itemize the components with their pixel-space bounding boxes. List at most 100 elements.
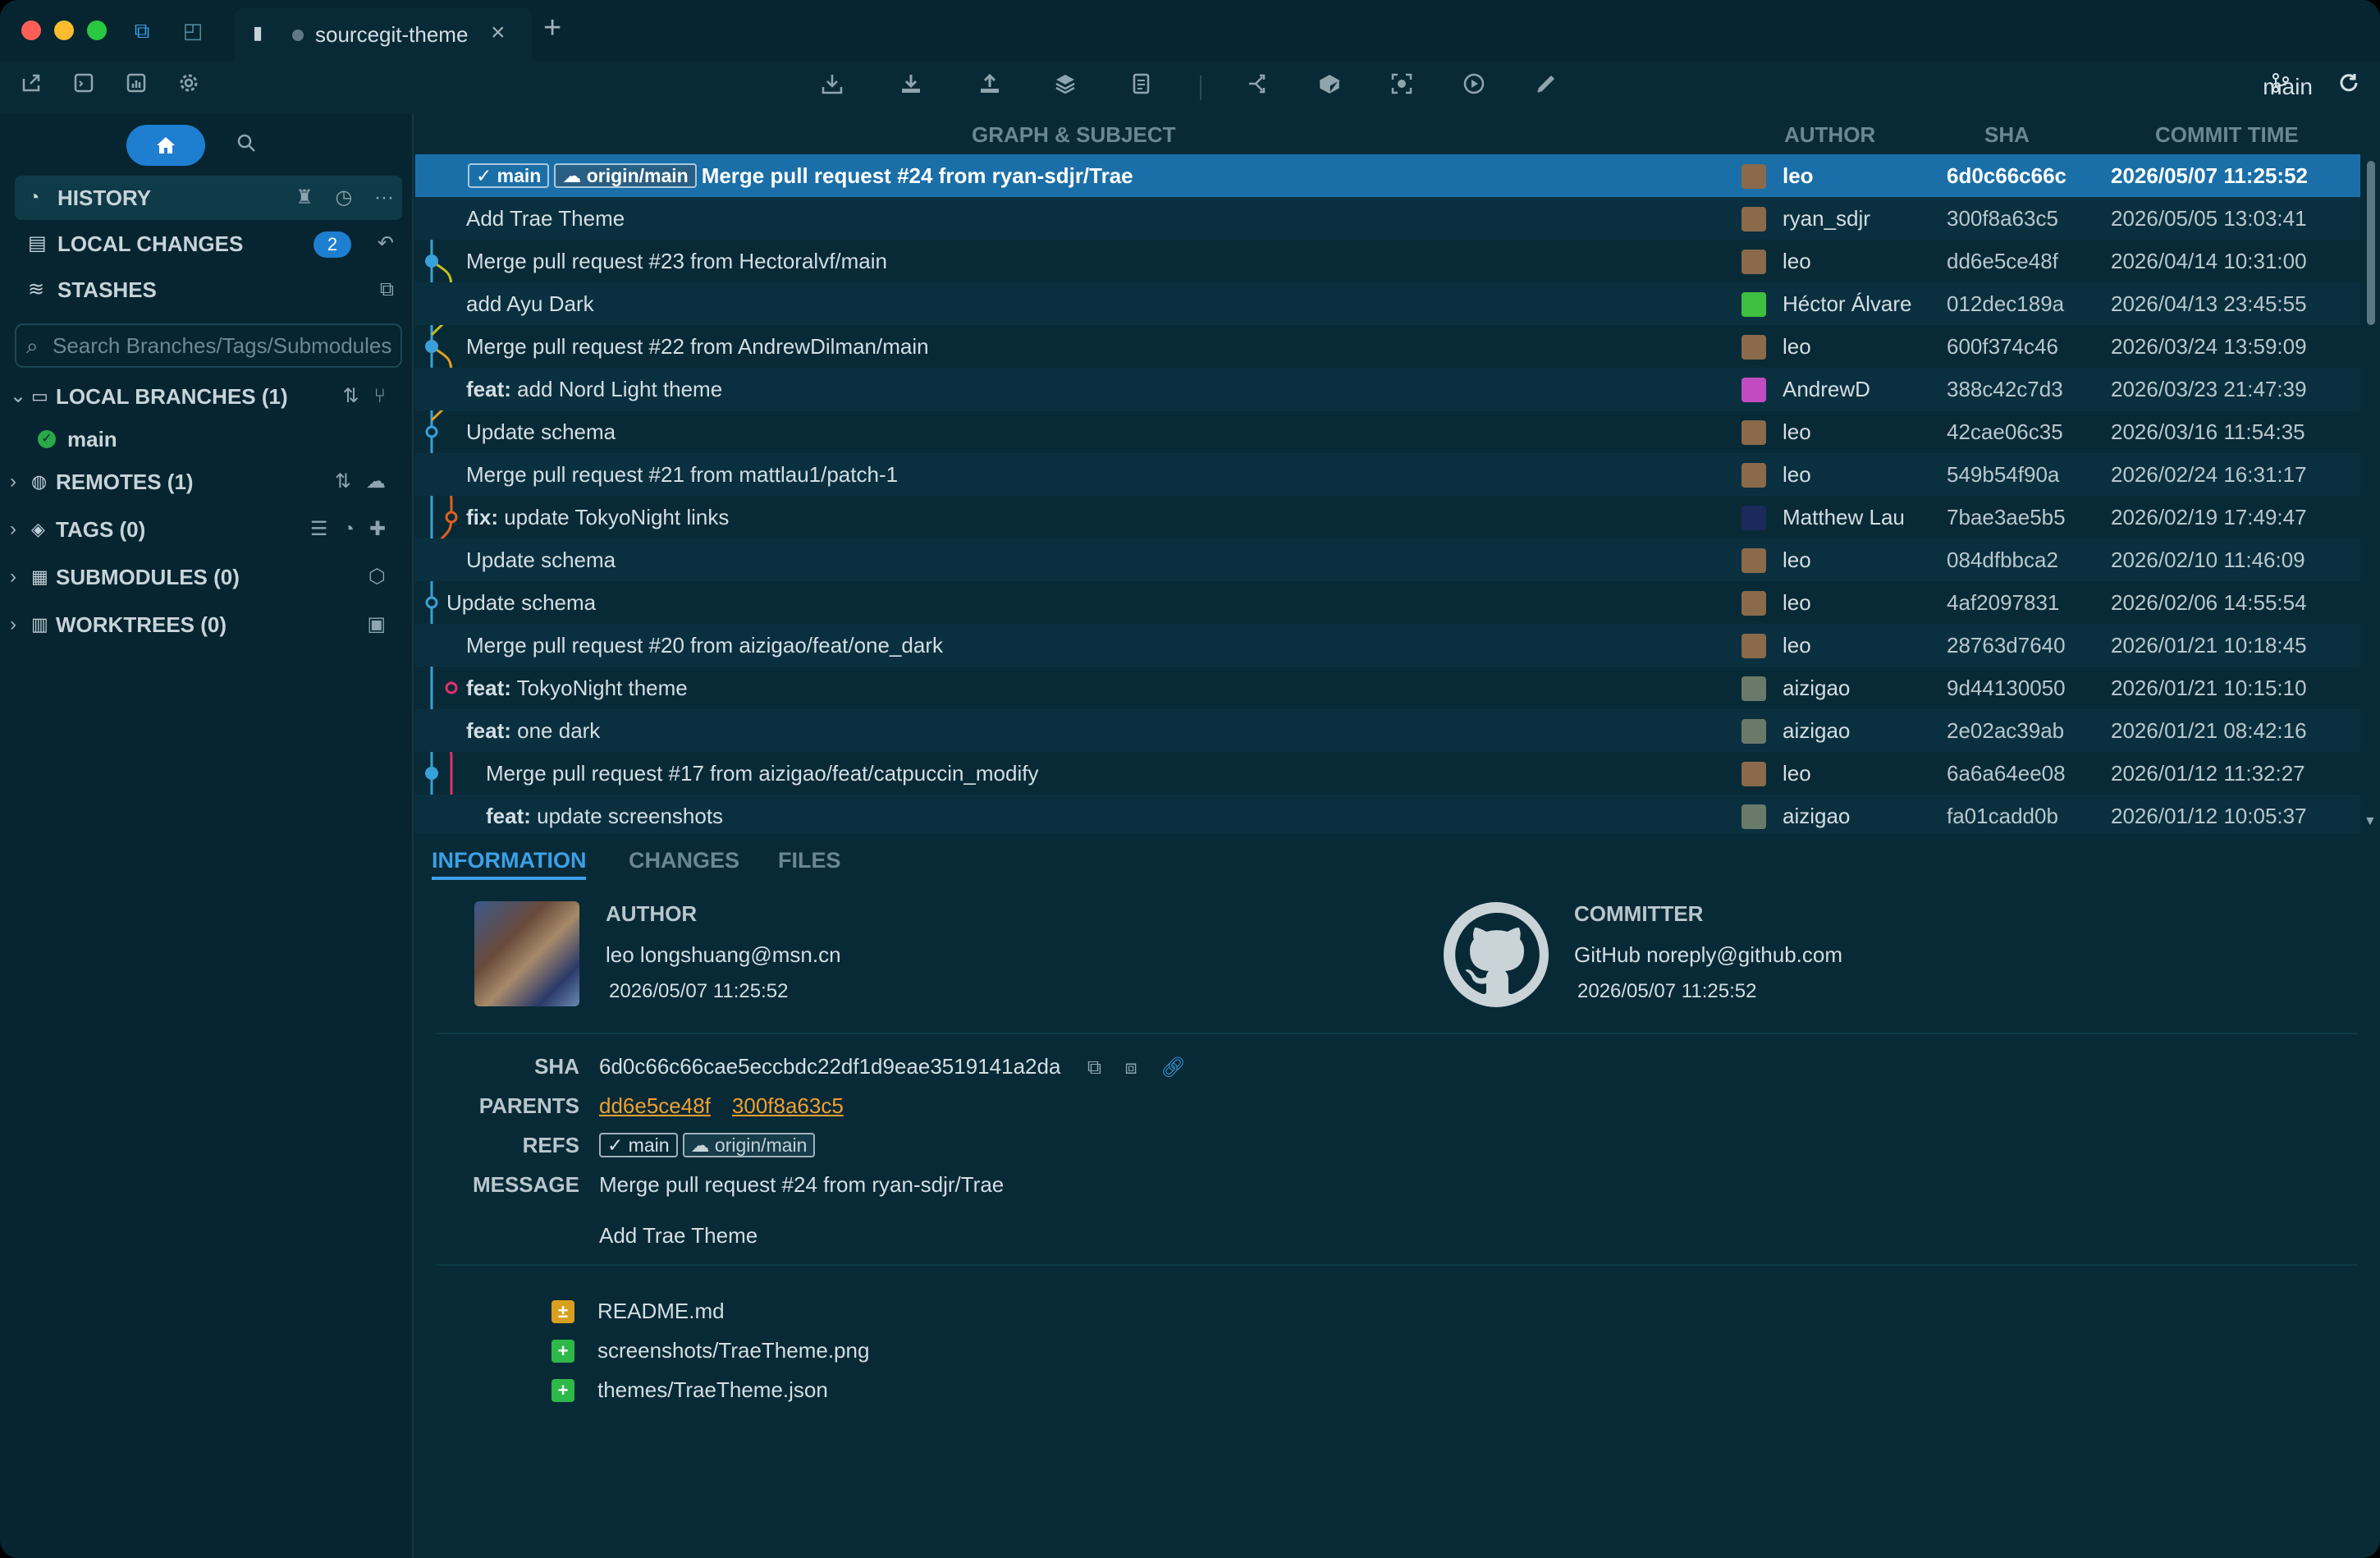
refresh-icon[interactable]: [2334, 71, 2364, 103]
workspaces-icon[interactable]: ⧉: [130, 18, 154, 43]
search-view-button[interactable]: [230, 130, 263, 163]
commit-row[interactable]: feat: one dark aizigao 2e02ac39ab 2026/01/2…: [415, 709, 2360, 752]
tab-changes[interactable]: CHANGES: [629, 844, 739, 877]
tab-information[interactable]: INFORMATION: [432, 844, 587, 880]
refs-label: REFS: [522, 1133, 579, 1157]
author-name[interactable]: leo longshuang@msn.cn: [606, 941, 841, 969]
commit-row[interactable]: Merge pull request #23 from Hectoralvf/m…: [415, 240, 2360, 282]
author-avatar: [1742, 506, 1766, 530]
statistics-icon[interactable]: [120, 71, 153, 103]
nav-stashes[interactable]: ≋ STASHES ⧉: [15, 268, 402, 312]
header-author[interactable]: AUTHOR: [1784, 118, 1875, 151]
chevron-right-icon[interactable]: ›: [10, 470, 16, 494]
stash-copy-icon[interactable]: ⧉: [380, 276, 394, 304]
header-commit-time[interactable]: COMMIT TIME: [2155, 118, 2299, 151]
remotes-label: REMOTES (1): [56, 470, 194, 494]
commit-row[interactable]: feat: add Nord Light theme AndrewD 388c42c…: [415, 368, 2360, 410]
history-scrollbar[interactable]: ▼: [2364, 154, 2377, 829]
home-view-button[interactable]: [126, 125, 205, 166]
terminal-icon[interactable]: [67, 71, 100, 103]
commit-row[interactable]: add Ayu Dark Héctor Álvare 012dec189a 2026/…: [415, 282, 2360, 325]
header-sha[interactable]: SHA: [1984, 118, 2030, 151]
close-window-button[interactable]: [21, 21, 41, 40]
chevron-right-icon[interactable]: ›: [10, 612, 16, 637]
add-tag-icon[interactable]: ✚: [369, 518, 400, 540]
parent-link[interactable]: dd6e5ce48f: [599, 1093, 711, 1118]
commit-row[interactable]: feat: update screenshots aizigao fa01cadd0…: [415, 795, 2360, 834]
nav-local-changes[interactable]: ▤ LOCAL CHANGES 2 ↶: [15, 222, 402, 266]
maximize-window-button[interactable]: [87, 21, 107, 40]
ref-tag-remote[interactable]: ☁ origin/main: [682, 1133, 816, 1157]
new-tab-button[interactable]: +: [543, 11, 561, 44]
sort-icon[interactable]: ⇅: [335, 470, 366, 493]
ref-tag-remote[interactable]: ☁ origin/main: [554, 163, 697, 188]
discard-icon[interactable]: ↶: [378, 230, 394, 258]
new-branch-icon[interactable]: [1241, 71, 1274, 103]
apply-patch-icon[interactable]: [1124, 71, 1157, 103]
commit-row[interactable]: ✓ main ☁ origin/main Merge pull request #2…: [415, 154, 2360, 197]
new-branch-small-icon[interactable]: ⑂: [374, 385, 400, 407]
commit-row[interactable]: feat: TokyoNight theme aizigao 9d44130050 2…: [415, 667, 2360, 709]
new-tag-icon[interactable]: [1313, 71, 1346, 103]
commit-row[interactable]: Merge pull request #22 from AndrewDilman…: [415, 325, 2360, 368]
branch-search-field[interactable]: ⌕: [15, 323, 402, 368]
commit-row[interactable]: Update schema leo 42cae06c35 2026/03/16 11:…: [415, 410, 2360, 453]
chevron-down-icon[interactable]: ⌄: [10, 384, 26, 409]
add-submodule-icon[interactable]: ⬡: [368, 563, 400, 591]
commit-row[interactable]: Update schema leo 084dfbbca2 2026/02/10 11:…: [415, 538, 2360, 581]
file-path: README.md: [597, 1299, 725, 1323]
commit-row[interactable]: Update schema leo 4af2097831 2026/02/06 14:…: [415, 581, 2360, 624]
nav-history[interactable]: ◔ HISTORY ♜ ◷ ···: [15, 176, 402, 220]
commit-author: leo: [1783, 462, 1811, 487]
pages-icon[interactable]: ◰: [181, 18, 205, 43]
commit-row[interactable]: fix: update TokyoNight links Matthew Lau 7…: [415, 496, 2360, 538]
minimize-window-button[interactable]: [54, 21, 74, 40]
branch-item-main[interactable]: ✓ main: [0, 419, 414, 460]
copy-sha-icon[interactable]: ⧉: [1087, 1056, 1101, 1079]
repo-tab[interactable]: ▮ sourcegit-theme ×: [235, 8, 532, 61]
git-flow-icon[interactable]: [1385, 71, 1418, 103]
close-tab-button[interactable]: ×: [491, 18, 506, 48]
commit-row[interactable]: Merge pull request #20 from aizigao/feat…: [415, 624, 2360, 667]
commit-message: TokyoNight theme: [510, 676, 688, 700]
push-icon[interactable]: [973, 71, 1006, 103]
highlight-icon[interactable]: ♜: [295, 186, 314, 208]
chevron-right-icon[interactable]: ›: [10, 517, 16, 542]
commit-row[interactable]: Add Trae Theme ryan_sdjr 300f8a63c5 2026/05…: [415, 197, 2360, 240]
filter-icon[interactable]: ◔: [342, 518, 369, 540]
copy-info-icon[interactable]: ⧈: [1124, 1056, 1137, 1079]
branch-search-input[interactable]: [53, 332, 397, 360]
full-sha[interactable]: 6d0c66c66cae5eccbdc22df1d9eae3519141a2da: [599, 1054, 1060, 1079]
add-worktree-icon[interactable]: ▣: [367, 611, 400, 639]
sort-icon[interactable]: ⇅: [342, 385, 373, 407]
more-icon[interactable]: ···: [374, 186, 394, 208]
parent-link[interactable]: 300f8a63c5: [732, 1093, 844, 1118]
stash-all-icon[interactable]: [1049, 71, 1082, 103]
scroll-thumb[interactable]: [2367, 161, 2375, 325]
settings-gear-icon[interactable]: [172, 71, 205, 103]
run-action-icon[interactable]: [1458, 71, 1490, 103]
commit-row[interactable]: Merge pull request #21 from mattlau1/pat…: [415, 453, 2360, 496]
current-branch-label[interactable]: main: [2263, 71, 2313, 103]
open-link-icon[interactable]: 🔗︎: [1160, 1056, 1185, 1079]
scroll-down-icon[interactable]: ▼: [2364, 814, 2377, 829]
timer-icon[interactable]: ◷: [335, 186, 352, 208]
tree-submodules[interactable]: › ▦ SUBMODULES (0) ⬡: [0, 557, 414, 598]
ref-tag-local[interactable]: ✓ main: [599, 1133, 678, 1157]
fetch-icon[interactable]: [816, 71, 849, 103]
pull-icon[interactable]: [895, 71, 927, 103]
tree-remotes[interactable]: › ◍ REMOTES (1) ⇅☁: [0, 461, 414, 502]
add-remote-icon[interactable]: ☁: [366, 470, 400, 493]
header-graph-subject[interactable]: GRAPH & SUBJECT: [972, 118, 1175, 151]
open-in-external-icon[interactable]: [15, 71, 48, 103]
ref-tag-local[interactable]: ✓ main: [468, 163, 550, 188]
list-icon[interactable]: ☰: [310, 518, 343, 540]
tab-files[interactable]: FILES: [778, 844, 841, 877]
tree-local-branches[interactable]: ⌄ ▭ LOCAL BRANCHES (1) ⇅⑂: [0, 376, 414, 417]
committer-name[interactable]: GitHub noreply@github.com: [1574, 941, 1842, 969]
commit-row[interactable]: Merge pull request #17 from aizigao/feat…: [415, 752, 2360, 795]
chevron-right-icon[interactable]: ›: [10, 565, 16, 589]
custom-action-icon[interactable]: [1530, 71, 1563, 103]
tree-worktrees[interactable]: › ▥ WORKTREES (0) ▣: [0, 604, 414, 645]
tree-tags[interactable]: › ◈ TAGS (0) ☰◔✚: [0, 509, 414, 550]
